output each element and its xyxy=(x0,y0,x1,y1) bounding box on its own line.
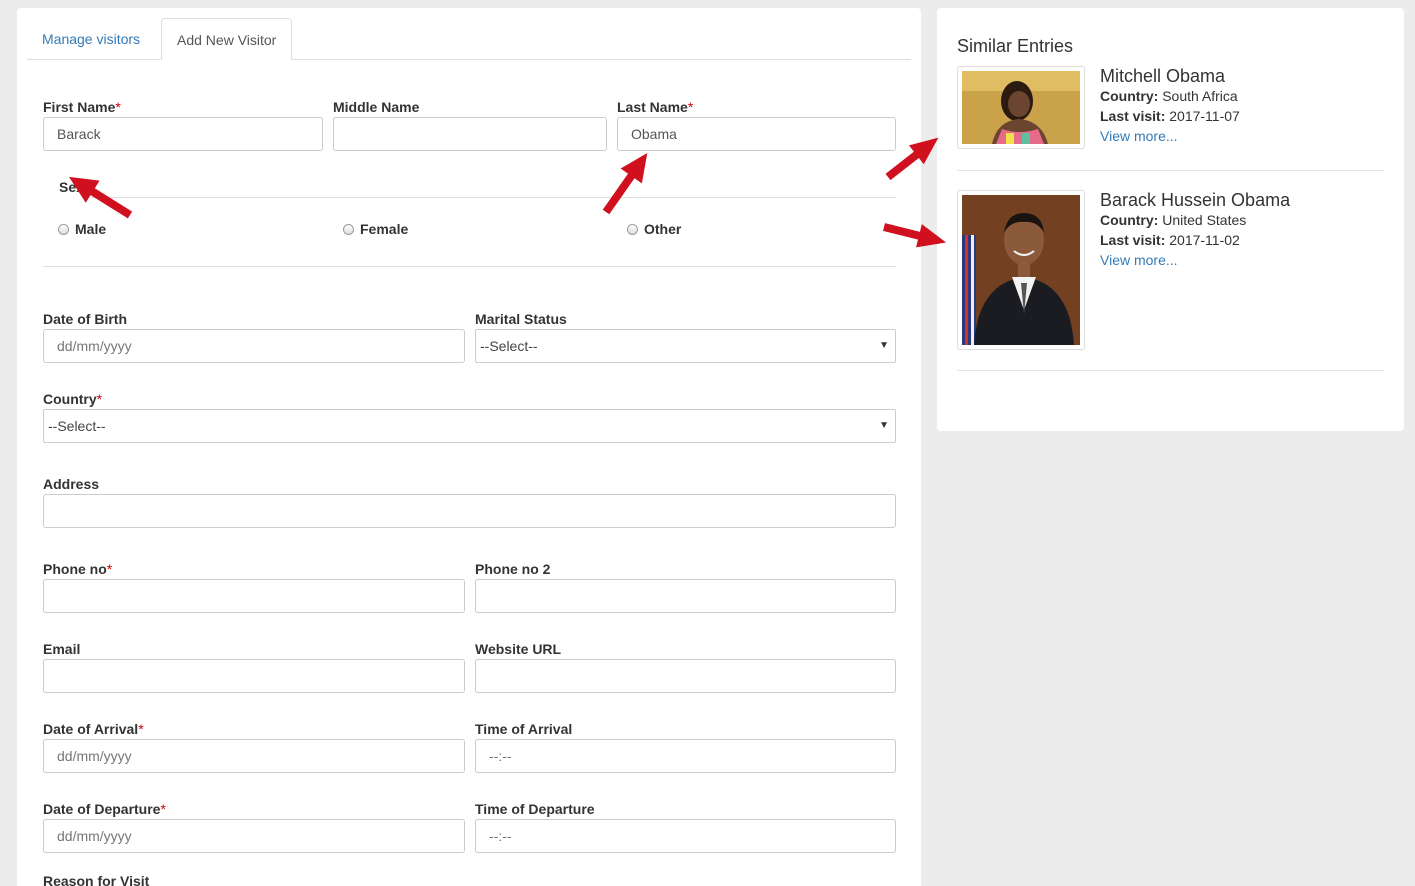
phone2-label: Phone no 2 xyxy=(475,561,551,577)
view-more-link[interactable]: View more... xyxy=(1100,252,1178,268)
last-visit-value: 2017-11-07 xyxy=(1169,108,1240,124)
entry-divider xyxy=(957,170,1384,171)
departure-date-label-text: Date of Departure xyxy=(43,801,161,817)
middle-name-label: Middle Name xyxy=(333,99,420,115)
marital-status-select[interactable]: --Select-- ▼ xyxy=(475,329,896,363)
entry-thumbnail[interactable] xyxy=(957,66,1085,149)
radio-label-female: Female xyxy=(360,221,409,237)
section-divider xyxy=(43,266,896,267)
country-value: South Africa xyxy=(1162,88,1238,104)
caret-down-icon: ▼ xyxy=(879,340,889,351)
radio-label-male: Male xyxy=(75,221,107,237)
marital-status-label: Marital Status xyxy=(475,311,567,327)
sex-radio-other[interactable]: Other xyxy=(627,221,681,237)
departure-date-input[interactable]: dd/mm/yyyy xyxy=(43,819,465,853)
last-name-label-text: Last Name xyxy=(617,99,688,115)
first-name-label: First Name* xyxy=(43,99,121,115)
caret-down-icon: ▼ xyxy=(879,420,889,431)
required-mark: * xyxy=(160,801,166,817)
entry-name: Mitchell Obama xyxy=(1100,66,1226,86)
phone1-label-text: Phone no xyxy=(43,561,107,577)
reason-label: Reason for Visit xyxy=(43,873,150,886)
dob-label: Date of Birth xyxy=(43,311,127,327)
entry-thumbnail[interactable] xyxy=(957,190,1085,350)
phone1-input[interactable] xyxy=(43,579,465,613)
address-input[interactable] xyxy=(43,494,896,528)
departure-date-label: Date of Departure* xyxy=(43,801,166,817)
sex-label: Sex* xyxy=(59,179,89,195)
radio-circle-icon[interactable] xyxy=(58,223,69,235)
required-mark: * xyxy=(83,179,90,195)
required-mark: * xyxy=(138,721,144,737)
phone2-input[interactable] xyxy=(475,579,896,613)
sex-radio-male[interactable]: Male xyxy=(58,221,106,237)
departure-time-label: Time of Departure xyxy=(475,801,595,817)
website-input[interactable] xyxy=(475,659,896,693)
view-more-link[interactable]: View more... xyxy=(1100,128,1178,144)
required-mark: * xyxy=(96,391,103,407)
sex-radio-female[interactable]: Female xyxy=(343,221,408,237)
phone1-label: Phone no* xyxy=(43,561,112,577)
similar-entry: Barack Hussein Obama Country: United Sta… xyxy=(957,190,1384,372)
similar-entry: Mitchell Obama Country: South Africa Las… xyxy=(957,66,1384,171)
tab-add-new-visitor[interactable]: Add New Visitor xyxy=(161,18,293,60)
last-visit-label: Last visit: xyxy=(1100,232,1166,248)
first-name-input[interactable]: Barack xyxy=(43,117,323,151)
entry-name: Barack Hussein Obama xyxy=(1100,190,1291,210)
similar-entries-panel: Similar Entries Mitchell Obama Country: … xyxy=(937,8,1404,431)
add-visitor-panel: Manage visitors Add New Visitor First Na… xyxy=(17,8,921,886)
last-visit-label: Last visit: xyxy=(1100,108,1166,124)
required-mark: * xyxy=(687,99,694,115)
address-label: Address xyxy=(43,476,100,492)
radio-circle-icon[interactable] xyxy=(343,223,354,235)
last-visit-value: 2017-11-02 xyxy=(1169,232,1240,248)
website-label: Website URL xyxy=(475,641,562,657)
tab-bar: Manage visitors Add New Visitor xyxy=(27,18,911,60)
entry-last-visit: Last visit: 2017-11-07 xyxy=(1100,108,1240,124)
departure-time-input[interactable]: --:-- xyxy=(475,819,896,853)
similar-entries-title: Similar Entries xyxy=(957,36,1074,56)
arrival-date-input[interactable]: dd/mm/yyyy xyxy=(43,739,465,773)
country-label-text: Country xyxy=(43,391,97,407)
country-label: Country* xyxy=(43,391,102,407)
email-label: Email xyxy=(43,641,81,657)
arrival-time-input[interactable]: --:-- xyxy=(475,739,896,773)
sex-divider xyxy=(91,197,896,198)
dob-input[interactable]: dd/mm/yyyy xyxy=(43,329,465,363)
entry-country: Country: South Africa xyxy=(1100,88,1238,104)
last-name-input[interactable]: Obama xyxy=(617,117,896,151)
entry-divider xyxy=(957,370,1384,371)
arrival-date-label-text: Date of Arrival xyxy=(43,721,139,737)
arrival-time-label: Time of Arrival xyxy=(475,721,573,737)
entry-last-visit: Last visit: 2017-11-02 xyxy=(1100,232,1240,248)
person-photo-icon xyxy=(962,195,1080,345)
last-name-label: Last Name* xyxy=(617,99,693,115)
arrival-date-label: Date of Arrival* xyxy=(43,721,144,737)
country-label: Country: xyxy=(1100,212,1159,228)
tab-manage-visitors[interactable]: Manage visitors xyxy=(27,18,155,60)
sex-label-text: Sex xyxy=(59,179,84,195)
required-mark: * xyxy=(115,99,121,115)
required-mark: * xyxy=(106,561,113,577)
middle-name-input[interactable] xyxy=(333,117,607,151)
country-label: Country: xyxy=(1100,88,1159,104)
country-value: United States xyxy=(1162,212,1247,228)
country-value: --Select-- xyxy=(48,418,106,434)
country-select[interactable]: --Select-- ▼ xyxy=(43,409,896,443)
person-photo-icon xyxy=(962,71,1080,144)
first-name-label-text: First Name xyxy=(43,99,116,115)
entry-country: Country: United States xyxy=(1100,212,1246,228)
radio-circle-icon[interactable] xyxy=(627,223,638,235)
radio-label-other: Other xyxy=(644,221,682,237)
email-input[interactable] xyxy=(43,659,465,693)
marital-status-value: --Select-- xyxy=(480,338,538,354)
